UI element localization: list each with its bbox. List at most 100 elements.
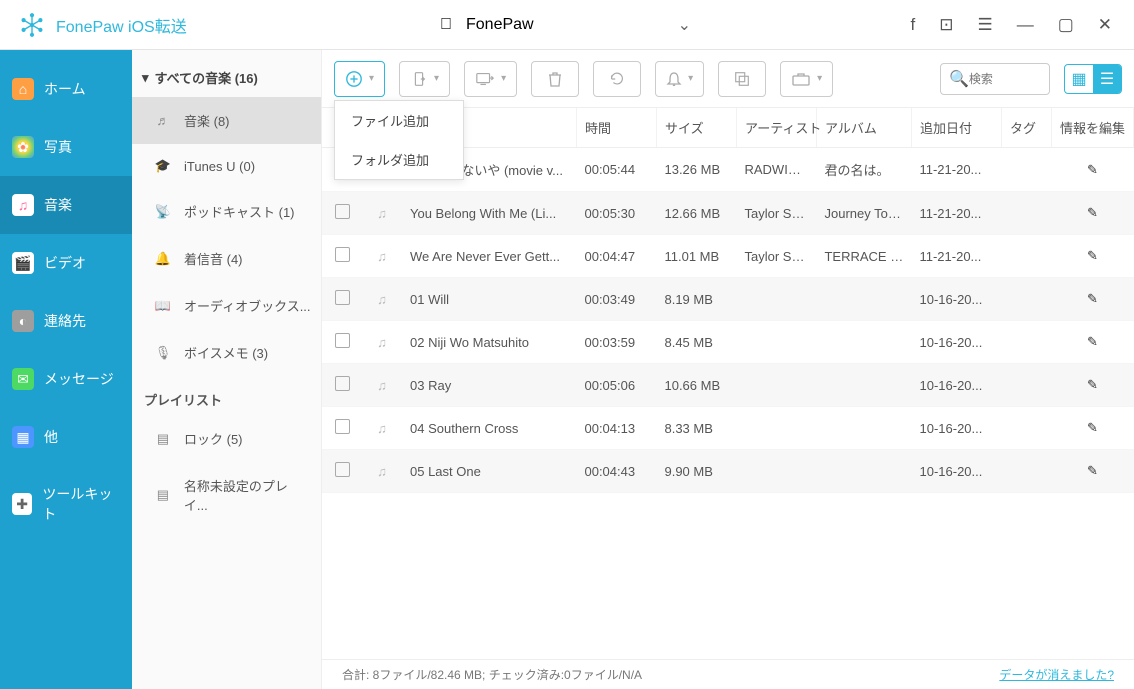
dedup-button[interactable] (718, 61, 766, 97)
device-name: FonePaw (466, 16, 534, 34)
search-input[interactable] (969, 72, 1039, 86)
category-item-ringtone[interactable]: 🔔着信音 (4) (132, 235, 321, 282)
toolbox-button[interactable]: ▾ (780, 61, 833, 97)
category-item-audiobook[interactable]: 📖オーディオブックス... (132, 282, 321, 329)
cell-size: 8.33 MB (656, 407, 736, 450)
titlebar: FonePaw iOS転送  FonePaw ⌄ f ⊡ ☰ — ▢ ✕ (0, 0, 1134, 50)
edit-pen-icon[interactable]: ✎ (1087, 205, 1098, 220)
cell-size: 8.19 MB (656, 278, 736, 321)
col-date[interactable]: 追加日付 (911, 108, 1001, 148)
edit-pen-icon[interactable]: ✎ (1087, 377, 1098, 392)
refresh-button[interactable] (593, 61, 641, 97)
ringtone-button[interactable]: ▾ (655, 61, 704, 97)
nav-photos[interactable]: ✿写真 (0, 118, 132, 176)
nav-video[interactable]: 🎬ビデオ (0, 234, 132, 292)
checkbox-icon[interactable] (335, 462, 350, 477)
col-time[interactable]: 時間 (576, 108, 656, 148)
minimize-button[interactable]: — (1017, 15, 1034, 35)
checkbox-icon[interactable] (335, 290, 350, 305)
chevron-down-icon: ▾ (817, 73, 822, 84)
nav-toolkit[interactable]: ✚ツールキット (0, 466, 132, 542)
edit-pen-icon[interactable]: ✎ (1087, 463, 1098, 478)
nav-toolkit-label: ツールキット (42, 484, 120, 524)
search-box[interactable]: 🔍 (940, 63, 1050, 95)
podcast-icon: 📡 (154, 204, 172, 220)
footer-summary: 合計: 8ファイル/82.46 MB; チェック済み:0ファイル/N/A (342, 666, 642, 683)
category-header[interactable]: ▾すべての音楽 (16) (132, 58, 321, 97)
phone-export-icon (410, 70, 428, 88)
cell-time: 00:04:43 (576, 450, 656, 493)
checkbox-icon[interactable] (335, 247, 350, 262)
cell-time: 00:05:30 (576, 192, 656, 235)
device-selector[interactable]:  FonePaw ⌄ (440, 15, 691, 35)
table-row[interactable]: ♫You Belong With Me (Li...00:05:3012.66 … (322, 192, 1134, 235)
cell-date: 10-16-20... (911, 450, 1001, 493)
feedback-icon[interactable]: ⊡ (939, 15, 953, 35)
checkbox-icon[interactable] (335, 376, 350, 391)
category-item-itunesu[interactable]: 🎓iTunes U (0) (132, 144, 321, 188)
add-folder-menuitem[interactable]: フォルダ追加 (335, 140, 463, 179)
delete-button[interactable] (531, 61, 579, 97)
table-row[interactable]: ♫We Are Never Ever Gett...00:04:4711.01 … (322, 235, 1134, 278)
nav-other[interactable]: ▦他 (0, 408, 132, 466)
col-tag[interactable]: タグ (1001, 108, 1051, 148)
table-row[interactable]: ♫01 Will00:03:498.19 MB10-16-20...✎ (322, 278, 1134, 321)
checkbox-icon[interactable] (335, 419, 350, 434)
duplicate-icon (733, 70, 751, 88)
view-toggle: ▦ ☰ (1064, 64, 1122, 94)
category-label: 音楽 (8) (184, 111, 230, 130)
cell-name: 02 Niji Wo Matsuhito (402, 321, 576, 364)
playlist-item-rock[interactable]: ▤ ロック (5) (132, 415, 321, 462)
cell-size: 9.90 MB (656, 450, 736, 493)
playlist-icon: ▤ (154, 431, 172, 447)
footer-link[interactable]: データが消えました? (999, 666, 1114, 683)
cell-artist: RADWIM... (736, 148, 816, 192)
nav-contacts[interactable]: ◐連絡先 (0, 292, 132, 350)
list-view-button[interactable]: ☰ (1093, 65, 1121, 93)
table-row[interactable]: ♫02 Niji Wo Matsuhito00:03:598.45 MB10-1… (322, 321, 1134, 364)
nav-messages[interactable]: ✉メッセージ (0, 350, 132, 408)
category-label: オーディオブックス... (184, 296, 311, 315)
table-row[interactable]: ♫03 Ray00:05:0610.66 MB10-16-20...✎ (322, 364, 1134, 407)
category-label: 着信音 (4) (184, 249, 243, 268)
category-item-music[interactable]: ♬音楽 (8) (132, 97, 321, 144)
nav-music[interactable]: ♫音楽 (0, 176, 132, 234)
maximize-button[interactable]: ▢ (1058, 15, 1074, 35)
add-dropdown-menu: ファイル追加 フォルダ追加 (334, 100, 464, 180)
export-to-pc-button[interactable]: ▾ (464, 61, 517, 97)
cell-name: We Are Never Ever Gett... (402, 235, 576, 278)
category-item-voicememo[interactable]: 🎙ボイスメモ (3) (132, 329, 321, 376)
add-file-menuitem[interactable]: ファイル追加 (335, 101, 463, 140)
export-to-device-button[interactable]: ▾ (399, 61, 450, 97)
facebook-icon[interactable]: f (910, 15, 915, 35)
table-row[interactable]: ♫04 Southern Cross00:04:138.33 MB10-16-2… (322, 407, 1134, 450)
chevron-down-icon: ▾ (688, 73, 693, 84)
col-artist[interactable]: アーティスト (736, 108, 816, 148)
close-button[interactable]: ✕ (1098, 15, 1112, 35)
add-button[interactable]: ▾ (334, 61, 385, 97)
checkbox-icon[interactable] (335, 333, 350, 348)
category-item-podcast[interactable]: 📡ポッドキャスト (1) (132, 188, 321, 235)
edit-pen-icon[interactable]: ✎ (1087, 334, 1098, 349)
edit-pen-icon[interactable]: ✎ (1087, 162, 1098, 177)
edit-pen-icon[interactable]: ✎ (1087, 420, 1098, 435)
edit-pen-icon[interactable]: ✎ (1087, 248, 1098, 263)
voicememo-icon: 🎙 (154, 345, 172, 361)
col-size[interactable]: サイズ (656, 108, 736, 148)
brand-logo-icon (18, 11, 46, 39)
window-controls: f ⊡ ☰ — ▢ ✕ (910, 15, 1134, 35)
col-edit[interactable]: 情報を編集 (1051, 108, 1133, 148)
col-album[interactable]: アルバム (816, 108, 911, 148)
cell-time: 00:05:44 (576, 148, 656, 192)
edit-pen-icon[interactable]: ✎ (1087, 291, 1098, 306)
table-row[interactable]: ♫05 Last One00:04:439.90 MB10-16-20...✎ (322, 450, 1134, 493)
checkbox-icon[interactable] (335, 204, 350, 219)
playlist-label: ロック (5) (184, 429, 243, 448)
chevron-down-icon: ▾ (434, 73, 439, 84)
nav-home[interactable]: ⌂ホーム (0, 60, 132, 118)
music-note-icon: ♫ (362, 450, 402, 493)
music-note-icon: ♫ (362, 364, 402, 407)
grid-view-button[interactable]: ▦ (1065, 65, 1093, 93)
menu-icon[interactable]: ☰ (977, 15, 992, 35)
playlist-item-untitled[interactable]: ▤名称未設定のプレイ... (132, 462, 321, 528)
